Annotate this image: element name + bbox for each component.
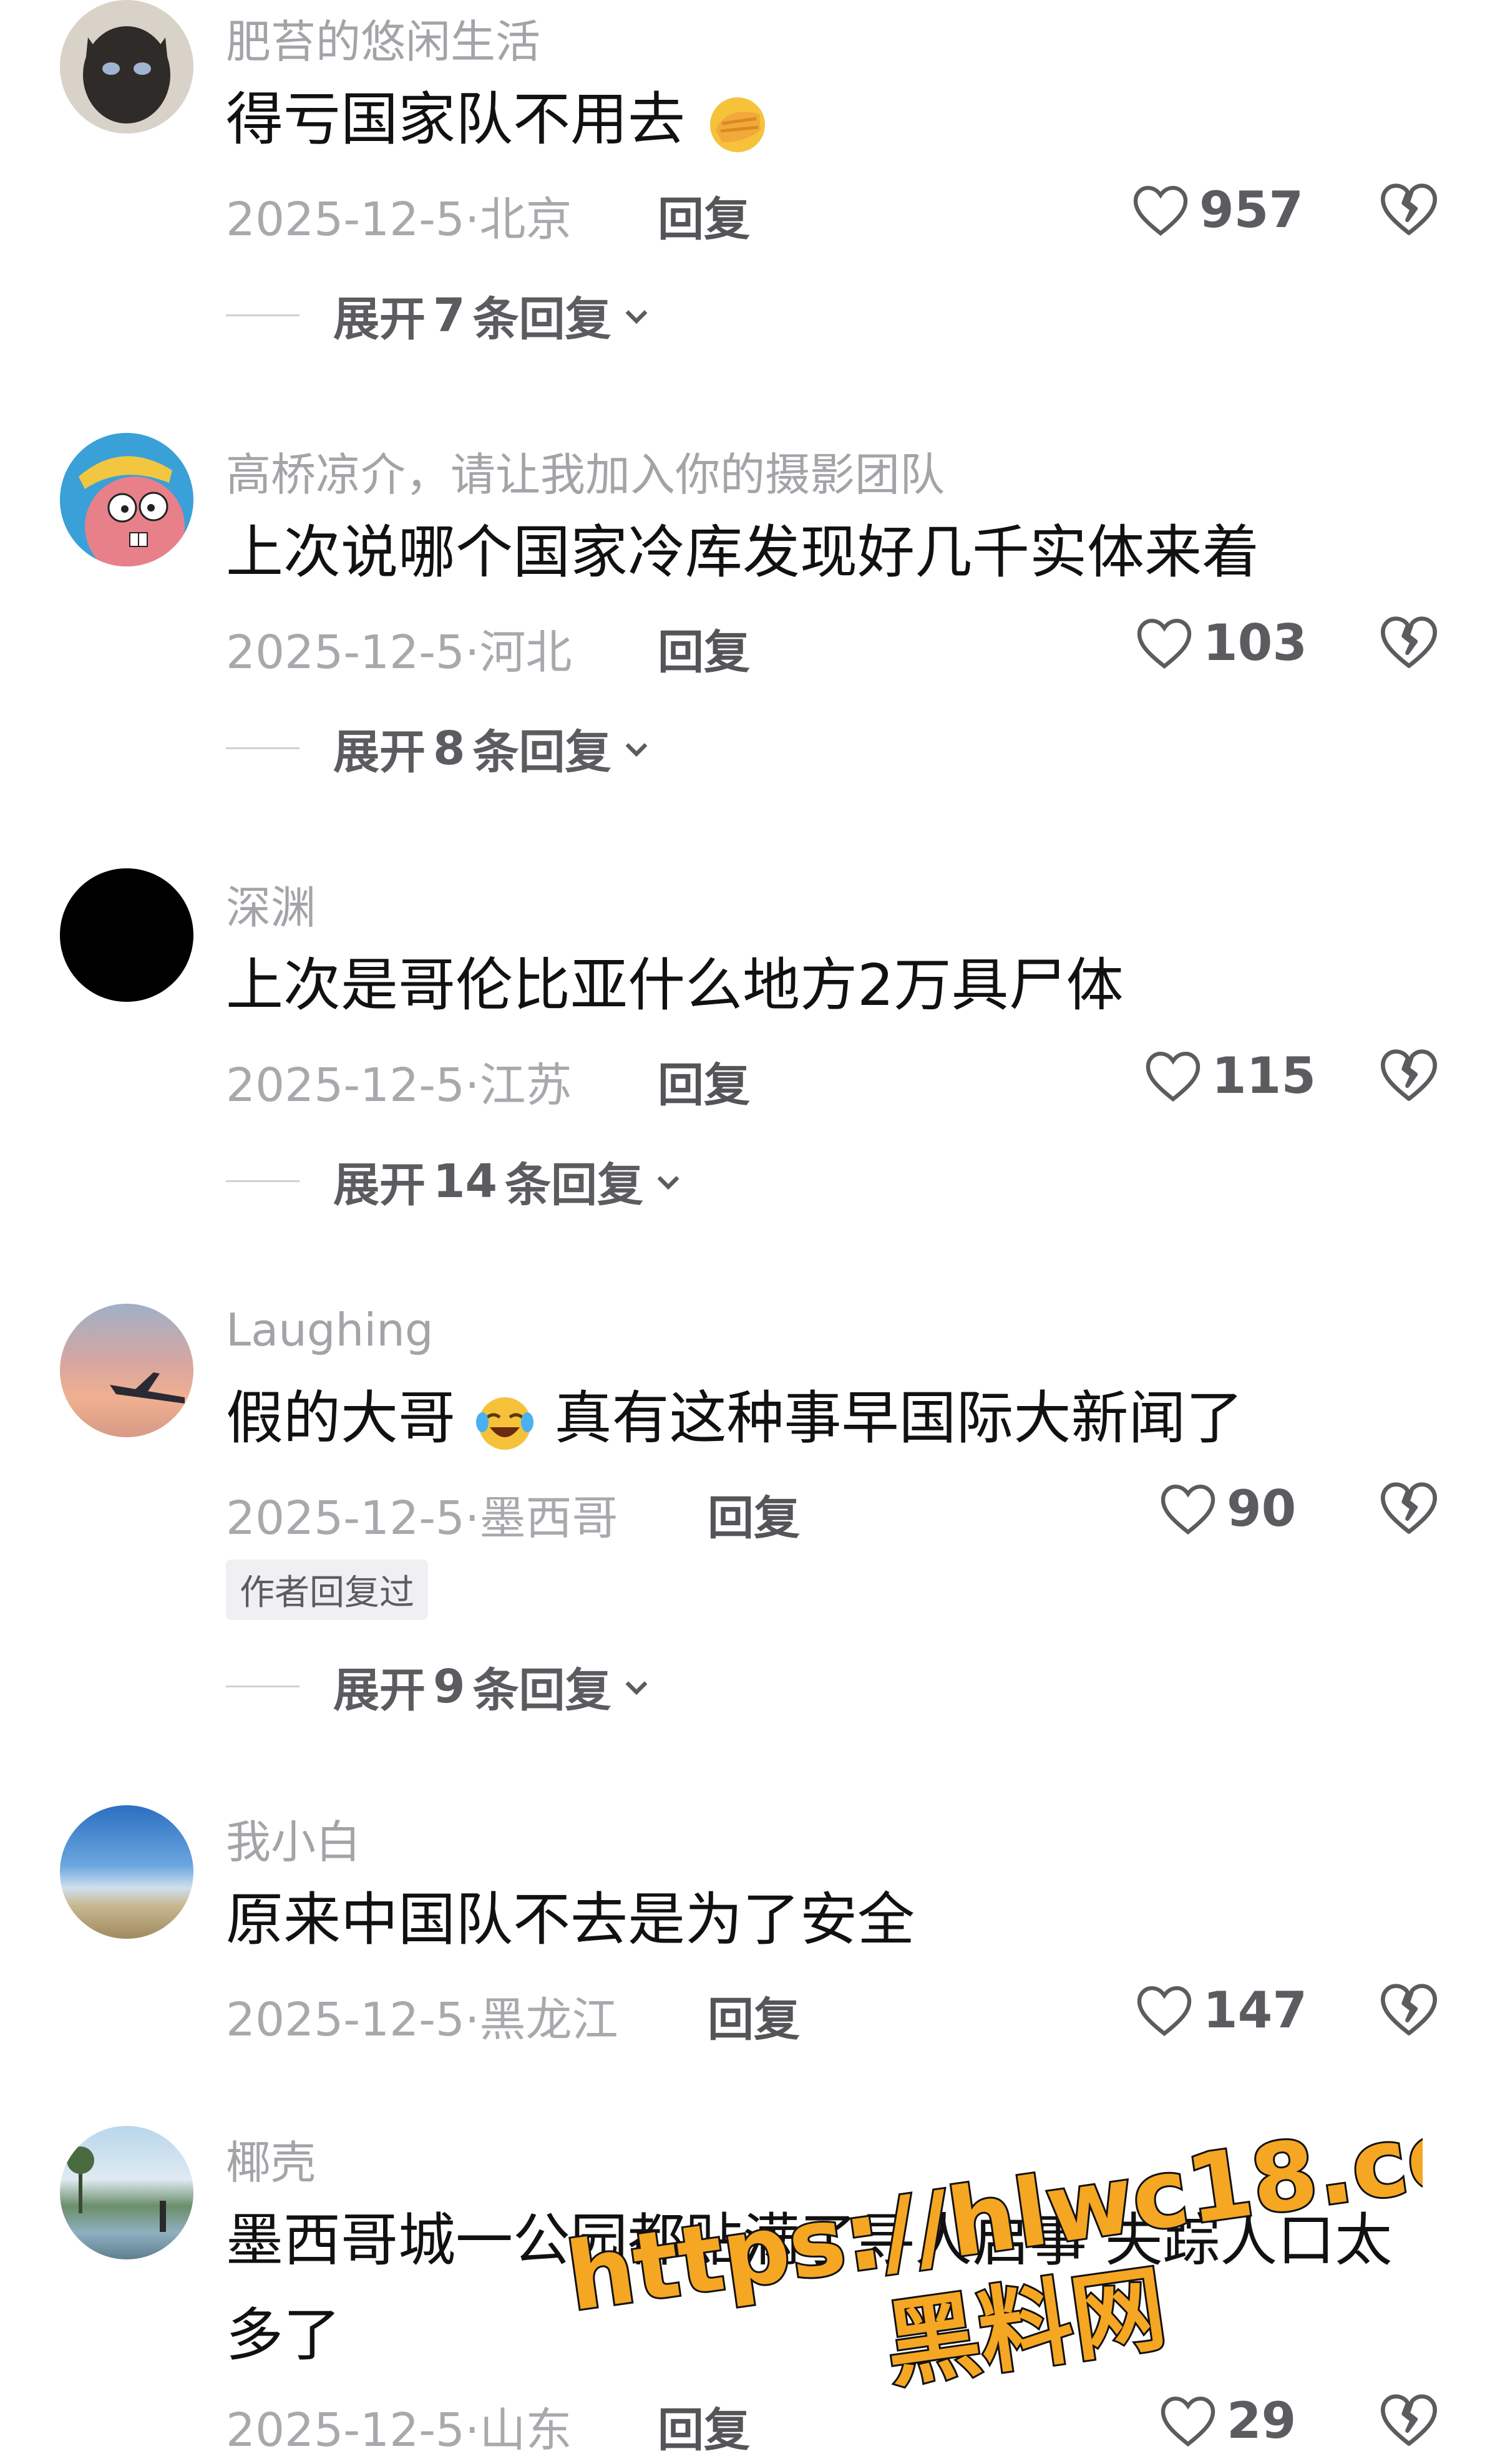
dislike-button[interactable] (1378, 1979, 1440, 2041)
expand-replies-button[interactable]: 展开 7 条回复 (226, 282, 653, 349)
broken-heart-icon (1381, 1049, 1437, 1101)
like-count: 90 (1227, 1479, 1297, 1538)
expand-suffix: 条回复 (472, 1664, 611, 1717)
username[interactable]: 椰壳 (226, 2126, 316, 2191)
reply-button[interactable]: 回复 (658, 1048, 750, 1115)
comment-text: 上次说哪个国家冷库发现好几千实体来着 (226, 519, 1260, 586)
face-palm-emoji (710, 97, 766, 152)
comment-meta: 2025-12-5·山东 (226, 2403, 572, 2457)
expand-count: 14 (433, 1154, 497, 1208)
dislike-button[interactable] (1378, 611, 1440, 674)
dislike-button[interactable] (1378, 1477, 1440, 1540)
like-count: 103 (1203, 613, 1307, 672)
heart-icon (1161, 2396, 1215, 2447)
avatar[interactable] (60, 2126, 193, 2259)
expand-prefix: 展开 (333, 293, 426, 346)
comment-meta: 2025-12-5·墨西哥 (226, 1491, 618, 1545)
like-count: 147 (1203, 1981, 1307, 2039)
comment-text-before: 假的大哥 (226, 1385, 456, 1452)
expand-replies-button[interactable]: 展开 8 条回复 (226, 715, 653, 782)
expand-replies-button[interactable]: 展开 9 条回复 (226, 1653, 653, 1720)
reply-button[interactable]: 回复 (708, 1982, 800, 2049)
like-count: 115 (1212, 1046, 1316, 1105)
divider (226, 747, 300, 749)
avatar[interactable] (60, 1304, 193, 1437)
comment-meta: 2025-12-5·黑龙江 (226, 1993, 618, 2047)
comment-meta: 2025-12-5·北京 (226, 193, 572, 246)
reply-button[interactable]: 回复 (708, 1481, 800, 1548)
like-button[interactable]: 957 (1131, 178, 1303, 241)
expand-count: 8 (433, 721, 465, 775)
heart-icon (1146, 1051, 1201, 1102)
expand-prefix: 展开 (333, 1158, 426, 1212)
expand-suffix: 条回复 (472, 293, 611, 346)
heart-icon (1133, 185, 1188, 236)
comment-text: 墨西哥城一公园都贴满了寻人启事 失踪人口太多了 (226, 2207, 1393, 2369)
broken-heart-icon (1381, 2394, 1437, 2446)
expand-prefix: 展开 (333, 1664, 426, 1717)
expand-suffix: 条回复 (472, 725, 611, 779)
dislike-button[interactable] (1378, 1044, 1440, 1107)
like-count: 29 (1227, 2391, 1297, 2450)
broken-heart-icon (1381, 616, 1437, 668)
avatar[interactable] (60, 0, 193, 133)
like-button[interactable]: 147 (1134, 1979, 1307, 2041)
comment-text-after: 真有这种事早国际大新闻了 (554, 1385, 1244, 1452)
laughing-crying-emoji (476, 1397, 534, 1450)
expand-count: 9 (433, 1659, 465, 1714)
dislike-button[interactable] (1378, 178, 1440, 241)
divider (226, 1686, 300, 1687)
dislike-button[interactable] (1378, 2389, 1440, 2452)
comment-text: 上次是哥伦比亚什么地方2万具尸体 (226, 952, 1124, 1019)
comment-text: 得亏国家队不用去 (226, 72, 1411, 167)
avatar[interactable] (60, 433, 193, 566)
chevron-down-icon (625, 309, 647, 324)
expand-prefix: 展开 (333, 725, 426, 779)
username[interactable]: 高桥凉介，请让我加入你的摄影团队 (226, 438, 945, 503)
heart-icon (1137, 1986, 1192, 2037)
author-replied-badge: 作者回复过 (226, 1559, 428, 1620)
avatar[interactable] (60, 868, 193, 1002)
username[interactable]: 深渊 (226, 871, 316, 936)
comment-text: 原来中国队不去是为了安全 (226, 1886, 915, 1953)
divider (226, 1180, 300, 1182)
heart-icon (1161, 1484, 1215, 1535)
like-button[interactable]: 103 (1134, 611, 1307, 674)
like-button[interactable]: 29 (1158, 2389, 1296, 2452)
reply-button[interactable]: 回复 (658, 615, 750, 682)
reply-button[interactable]: 回复 (658, 2393, 750, 2460)
username[interactable]: 肥苔的悠闲生活 (226, 5, 540, 70)
chevron-down-icon (625, 742, 647, 757)
chevron-down-icon (657, 1175, 679, 1190)
expand-count: 7 (433, 288, 465, 342)
avatar[interactable] (60, 1805, 193, 1939)
expand-replies-button[interactable]: 展开 14 条回复 (226, 1148, 684, 1215)
comment-meta: 2025-12-5·河北 (226, 626, 572, 679)
like-count: 957 (1199, 180, 1303, 239)
comment-text: 假的大哥 真有这种事早国际大新闻了 (226, 1371, 1411, 1466)
username[interactable]: Laughing (226, 1304, 434, 1356)
comment-text-body: 得亏国家队不用去 (226, 86, 686, 153)
heart-icon (1137, 618, 1192, 669)
broken-heart-icon (1381, 1984, 1437, 2035)
like-button[interactable]: 115 (1143, 1044, 1316, 1107)
broken-heart-icon (1381, 1482, 1437, 1534)
expand-suffix: 条回复 (504, 1158, 643, 1212)
broken-heart-icon (1381, 183, 1437, 235)
username[interactable]: 我小白 (226, 1805, 361, 1871)
comment-meta: 2025-12-5·江苏 (226, 1059, 572, 1112)
divider (226, 314, 300, 316)
like-button[interactable]: 90 (1158, 1477, 1296, 1540)
reply-button[interactable]: 回复 (658, 182, 750, 249)
chevron-down-icon (625, 1681, 647, 1695)
